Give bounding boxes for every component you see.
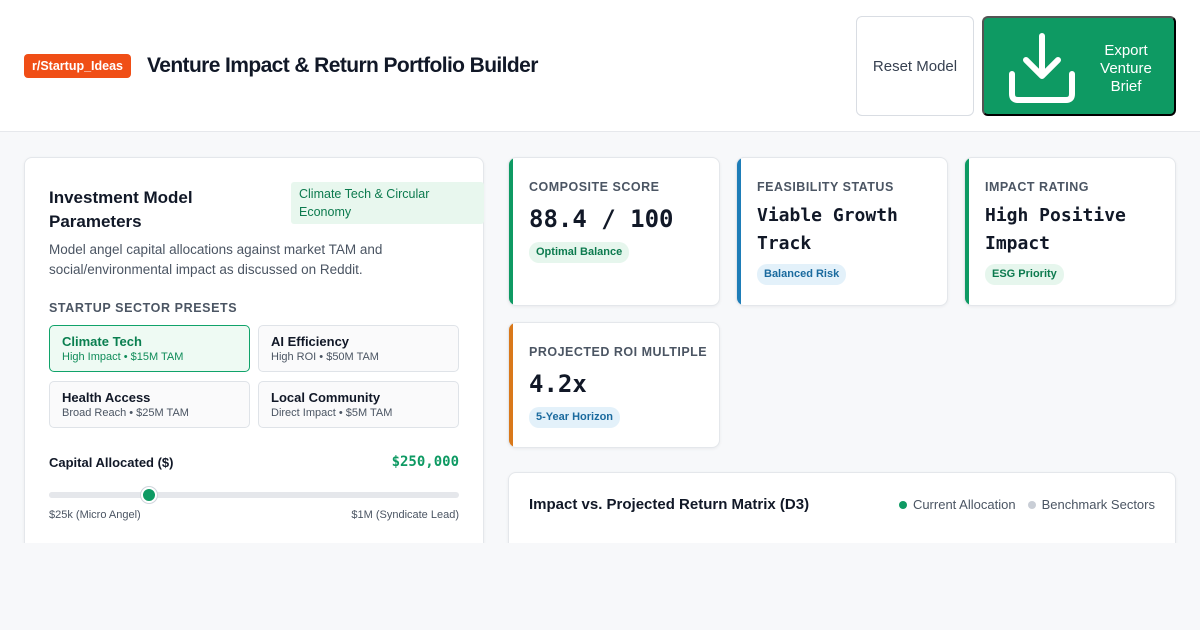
slider-thumb[interactable] <box>140 487 157 503</box>
capital-label: Capital Allocated ($) <box>49 455 174 470</box>
metric-value: Viable Growth Track <box>757 205 898 254</box>
export-label: Export Venture Brief <box>1100 42 1152 95</box>
preset-health-access[interactable]: Health Access Broad Reach • $25M TAM <box>49 381 250 428</box>
investment-parameters-panel: Investment Model Parameters Climate Tech… <box>24 157 484 577</box>
metric-value: 4.2x <box>529 370 587 398</box>
panel-title: Investment Model Parameters <box>49 188 193 231</box>
reset-model-button[interactable]: Reset Model <box>856 16 974 116</box>
preset-detail: Broad Reach • $25M TAM <box>62 407 189 419</box>
page-background <box>0 543 1200 630</box>
composite-score-card: COMPOSITE SCORE 88.4 / 100 Optimal Balan… <box>508 157 720 306</box>
metric-label: FEASIBILITY STATUS <box>757 180 894 194</box>
metric-badge: ESG Priority <box>985 264 1064 285</box>
metric-badge: Balanced Risk <box>757 264 847 285</box>
metric-badge: Optimal Balance <box>529 242 630 263</box>
download-icon <box>1009 33 1075 103</box>
legend-dot <box>898 500 907 509</box>
metric-badge: 5-Year Horizon <box>529 407 621 428</box>
accent-bar <box>509 158 513 305</box>
page-title: Venture Impact & Return Portfolio Builde… <box>147 54 538 77</box>
matrix-title: Impact vs. Projected Return Matrix (D3) <box>529 496 810 513</box>
slider-fill <box>49 492 149 498</box>
preset-name: Local Community <box>271 390 381 405</box>
app-header: r/Startup_Ideas Venture Impact & Return … <box>0 0 1200 132</box>
accent-bar <box>965 158 969 305</box>
export-venture-brief-button[interactable]: Export Venture Brief <box>982 16 1176 116</box>
sector-badge: Climate Tech & Circular Economy <box>291 182 484 224</box>
metric-label: PROJECTED ROI MULTIPLE <box>529 345 708 359</box>
accent-bar <box>737 158 741 305</box>
capital-value: $250,000 <box>391 454 459 470</box>
presets-heading: STARTUP SECTOR PRESETS <box>49 301 238 315</box>
accent-bar <box>509 323 513 447</box>
preset-detail: Direct Impact • $5M TAM <box>271 407 393 419</box>
preset-ai-efficiency[interactable]: AI Efficiency High ROI • $50M TAM <box>258 325 459 372</box>
preset-name: AI Efficiency <box>271 334 350 349</box>
panel-description: Model angel capital allocations against … <box>49 242 383 277</box>
preset-name: Climate Tech <box>62 334 142 349</box>
legend-item-current: Current Allocation <box>898 497 1016 512</box>
metric-label: COMPOSITE SCORE <box>529 180 660 194</box>
chart-legend: Current Allocation Benchmark Sectors <box>887 497 1155 512</box>
legend-label: Current Allocation <box>912 497 1016 512</box>
preset-name: Health Access <box>62 390 151 405</box>
subreddit-tag[interactable]: r/Startup_Ideas <box>24 54 132 78</box>
preset-local-community[interactable]: Local Community Direct Impact • $5M TAM <box>258 381 459 428</box>
capital-slider[interactable] <box>49 487 459 503</box>
feasibility-status-card: FEASIBILITY STATUS Viable Growth Track B… <box>736 157 948 306</box>
slider-min-label: $25k (Micro Angel) <box>49 509 141 521</box>
metric-value: High Positive Impact <box>985 205 1126 254</box>
impact-rating-card: IMPACT RATING High Positive Impact ESG P… <box>964 157 1176 306</box>
legend-dot <box>1027 500 1036 509</box>
projected-roi-card: PROJECTED ROI MULTIPLE 4.2x 5-Year Horiz… <box>508 322 720 448</box>
metric-value: 88.4 / 100 <box>529 205 674 233</box>
legend-label: Benchmark Sectors <box>1041 497 1155 512</box>
metric-label: IMPACT RATING <box>985 180 1089 194</box>
legend-item-benchmark: Benchmark Sectors <box>1027 497 1155 512</box>
preset-climate-tech[interactable]: Climate Tech High Impact • $15M TAM <box>49 325 250 372</box>
preset-detail: High Impact • $15M TAM <box>62 351 184 363</box>
slider-max-label: $1M (Syndicate Lead) <box>351 509 459 521</box>
preset-detail: High ROI • $50M TAM <box>271 351 379 363</box>
